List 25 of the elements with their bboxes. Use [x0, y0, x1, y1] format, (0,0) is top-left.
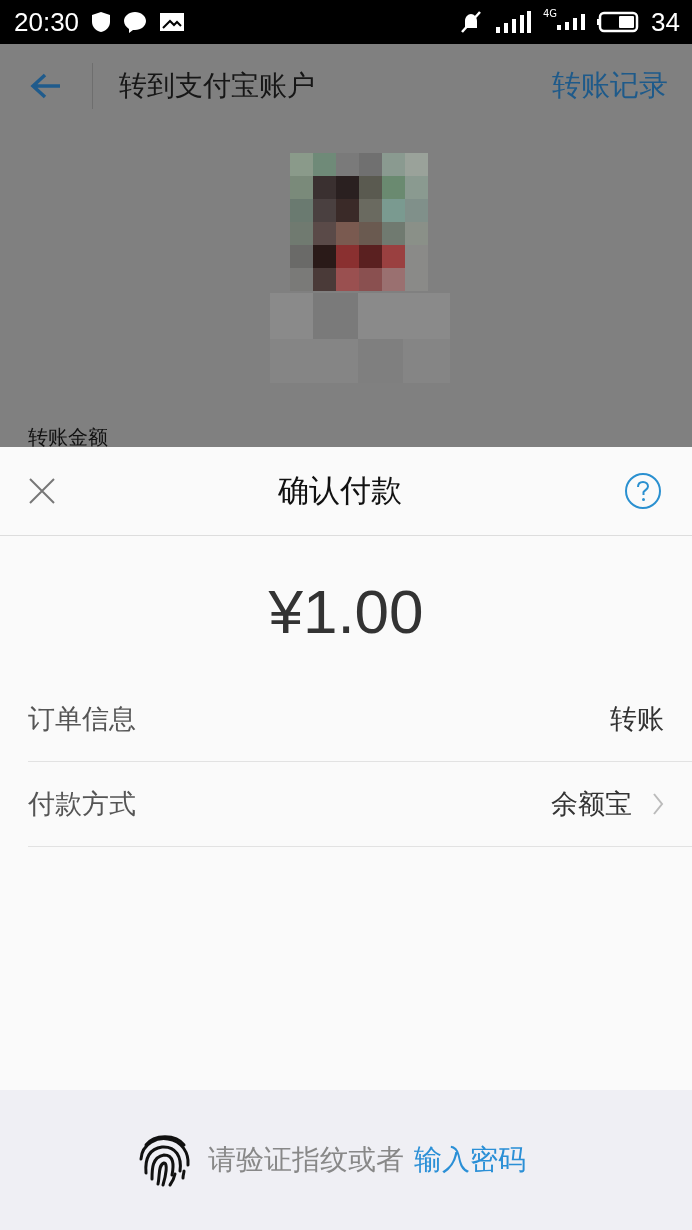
- row-label: 付款方式: [28, 787, 136, 821]
- transfer-amount-label: 转账金额: [27, 424, 109, 447]
- row-value: 转账: [610, 702, 664, 736]
- battery-level: 34: [651, 6, 680, 38]
- payment-amount: ¥1.00: [267, 576, 425, 648]
- battery-icon: [597, 11, 640, 33]
- page-title: 转到支付宝账户: [119, 67, 315, 104]
- enter-password-link[interactable]: 输入密码: [414, 1141, 526, 1179]
- chat-bubble-icon: [123, 11, 148, 33]
- network-label: 4G: [542, 8, 558, 19]
- verify-prompt: 请验证指纹或者: [208, 1142, 404, 1178]
- row-value: 余额宝: [551, 787, 632, 821]
- help-icon[interactable]: [624, 472, 662, 510]
- sheet-title: 确认付款: [278, 471, 402, 510]
- transfer-history-link[interactable]: 转账记录: [552, 65, 668, 106]
- payment-method-row[interactable]: 付款方式 余额宝: [28, 762, 692, 847]
- shield-icon: [91, 11, 112, 33]
- image-icon: [159, 12, 186, 32]
- row-label: 订单信息: [28, 702, 136, 736]
- signal-icon: [494, 11, 531, 33]
- clock: 20:30: [14, 6, 80, 38]
- close-icon[interactable]: [28, 477, 56, 505]
- signal-icon: [557, 14, 586, 30]
- muted-bell-icon: [458, 10, 483, 34]
- chevron-right-icon: [652, 792, 664, 816]
